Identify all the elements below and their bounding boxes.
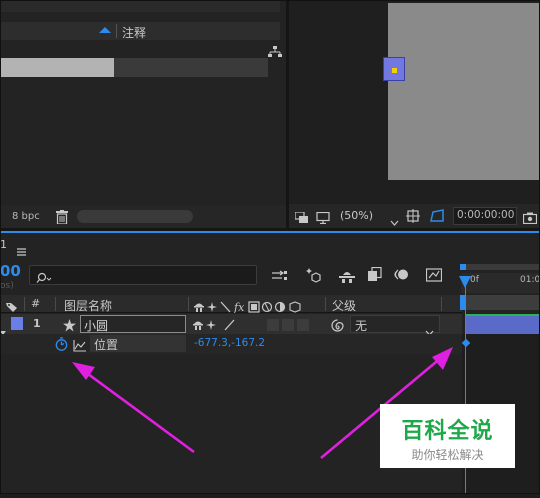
panel-menu-icon[interactable] <box>17 241 26 256</box>
watermark-logo: 百科全说 助你轻松解决 <box>380 404 515 468</box>
zoom-dropdown[interactable]: (50%) <box>340 209 373 222</box>
anchor-point-marker[interactable] <box>392 68 397 73</box>
property-name-box[interactable]: 位置 <box>90 335 186 352</box>
shape-layer-star-icon <box>63 317 76 332</box>
layer-name-field[interactable]: 小圆 <box>80 315 186 333</box>
project-panel: 注释 8 bpc <box>0 0 286 228</box>
current-time-display[interactable]: 00 <box>0 262 21 280</box>
comment-column-header[interactable]: 注释 <box>122 24 146 41</box>
watermark-subtitle: 助你轻松解决 <box>411 448 484 462</box>
current-time-frames: os) <box>0 281 14 291</box>
layer-duration-bar[interactable] <box>466 314 540 334</box>
viewer-timecode-field[interactable]: 0:00:00:00 <box>453 207 517 225</box>
composition-canvas[interactable] <box>388 3 540 180</box>
layer-label-color[interactable] <box>11 317 23 330</box>
panel-top-strip <box>0 0 280 12</box>
property-name: 位置 <box>94 338 119 352</box>
project-scrollbar[interactable] <box>77 210 193 223</box>
switches-header-icons: fx <box>194 298 324 314</box>
parent-column-header[interactable]: 父级 <box>332 297 356 314</box>
shy-layers-icon[interactable] <box>339 268 355 283</box>
composition-mini-flowchart-icon[interactable] <box>272 268 288 282</box>
number-column-header[interactable]: # <box>31 297 40 310</box>
time-navigator[interactable] <box>461 264 540 270</box>
chevron-down-icon[interactable] <box>390 211 399 226</box>
region-of-interest-icon[interactable] <box>406 208 420 223</box>
viewer-timecode: 0:00:00:00 <box>457 209 515 221</box>
col-divider <box>441 297 442 311</box>
bpc-button[interactable]: 8 bpc <box>12 211 40 222</box>
work-area-bar[interactable] <box>461 295 540 310</box>
column-divider <box>116 24 117 38</box>
layer-name-column-header[interactable]: 图层名称 <box>64 297 112 314</box>
position-value[interactable]: -677.3,-167.2 <box>194 337 265 349</box>
timeline-tab-label[interactable]: 1 <box>0 238 7 251</box>
graph-editor-icon[interactable] <box>425 267 443 282</box>
frame-blending-icon[interactable] <box>367 266 382 282</box>
project-item-thumbnail-bar <box>0 58 114 77</box>
col-divider <box>188 297 189 311</box>
layer-search-field[interactable] <box>29 265 257 285</box>
snapshot-toggle-icon[interactable] <box>294 209 309 223</box>
work-area-start-handle[interactable] <box>460 264 466 270</box>
layer-switches[interactable] <box>193 317 323 331</box>
col-divider <box>24 297 25 311</box>
svg-text:fx: fx <box>233 301 245 313</box>
pick-whip-icon[interactable] <box>331 317 344 332</box>
parent-value: 无 <box>355 319 368 333</box>
ruler-start-label: 0f <box>470 275 479 285</box>
graph-toggle-icon[interactable] <box>73 337 86 352</box>
camera-snapshot-icon[interactable] <box>522 209 538 225</box>
watermark-title: 百科全说 <box>401 419 494 444</box>
expand-chevron-icon[interactable] <box>0 321 6 335</box>
parent-dropdown[interactable]: 无 <box>350 315 440 336</box>
chevron-down-icon <box>425 321 434 336</box>
col-divider <box>325 297 326 311</box>
search-icon <box>36 269 52 283</box>
sort-up-icon[interactable] <box>99 27 111 33</box>
transparency-grid-icon[interactable] <box>429 208 445 222</box>
layer-selection-box[interactable] <box>383 57 405 81</box>
col-divider <box>55 297 56 311</box>
flowchart-icon[interactable] <box>268 43 282 57</box>
ruler-second-label: 01:0 <box>520 275 540 285</box>
motion-blur-icon[interactable] <box>393 267 409 282</box>
stopwatch-icon[interactable] <box>55 336 68 351</box>
layer-bar-top-line <box>466 314 540 316</box>
trash-icon[interactable] <box>56 209 68 225</box>
draft-3d-icon[interactable] <box>305 267 321 283</box>
layer-name: 小圆 <box>84 319 109 333</box>
label-tag-icon[interactable] <box>6 298 18 312</box>
composition-viewer: (50%) 0:00:00:00 <box>289 0 540 228</box>
layer-index: 1 <box>33 317 41 330</box>
monitor-icon[interactable] <box>316 209 330 225</box>
